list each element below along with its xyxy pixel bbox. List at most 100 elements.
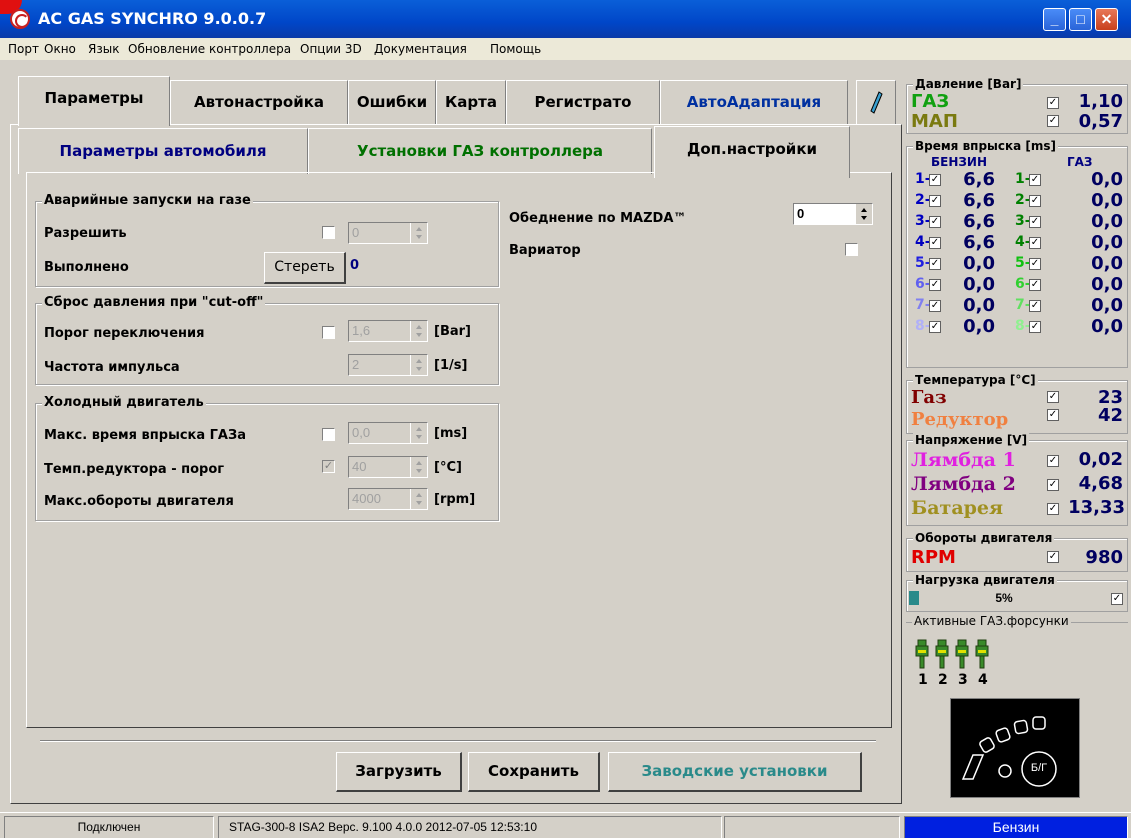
subtab-vehicle[interactable]: Параметры автомобиля [18, 128, 308, 174]
petrol-header: БЕНЗИН [931, 155, 987, 169]
load-bar: 5% [909, 591, 1099, 605]
gas-cyl-checkbox[interactable]: ✓ [1029, 195, 1041, 207]
rpm-group: Обороты двигателя RPM ✓ 980 [906, 531, 1128, 572]
cutoff-group: Сброс давления при "cut-off" Порог перек… [35, 295, 499, 385]
done-label: Выполнено [44, 260, 129, 275]
maxinj-label: Макс. время впрыска ГАЗа [44, 428, 247, 443]
maximize-button[interactable]: □ [1069, 8, 1092, 31]
subtab-gas-controller[interactable]: Установки ГАЗ контроллера [308, 128, 652, 174]
factory-settings-button[interactable]: Заводские установки [608, 752, 862, 792]
emergency-group: Аварийные запуски на газе Разрешить 0 Вы… [35, 193, 499, 287]
maxrpm-spinner[interactable]: 4000 [348, 488, 428, 510]
menu-bar: Порт Окно Язык Обновление контроллера Оп… [0, 38, 1131, 60]
gas-pressure-checkbox[interactable]: ✓ [1047, 97, 1059, 109]
gas-cyl-checkbox[interactable]: ✓ [1029, 321, 1041, 333]
fuel-switch[interactable]: Б/Г [950, 698, 1080, 798]
rpm-checkbox[interactable]: ✓ [1047, 551, 1059, 563]
redtemp-checkbox[interactable]: ✓ [322, 460, 335, 473]
gas-cyl-checkbox[interactable]: ✓ [1029, 174, 1041, 186]
reducer-temp-label: Редуктор [911, 409, 1009, 430]
freq-label: Частота импульса [44, 360, 180, 375]
menu-docs[interactable]: Документация [374, 42, 467, 56]
tab-autotune[interactable]: Автонастройка [170, 80, 348, 124]
maxinj-checkbox[interactable] [322, 428, 335, 441]
gas-cyl-checkbox[interactable]: ✓ [1029, 300, 1041, 312]
gas-header: ГАЗ [1067, 155, 1093, 169]
petrol-inj-value: 6,6 [963, 169, 995, 190]
tab-parameters[interactable]: Параметры [18, 76, 170, 126]
pressure-title: Давление [Bar] [913, 77, 1024, 91]
gas-temp-checkbox[interactable]: ✓ [1047, 391, 1059, 403]
petrol-cyl-checkbox[interactable]: ✓ [929, 321, 941, 333]
minimize-button[interactable]: _ [1043, 8, 1066, 31]
maxinj-spinner[interactable]: 0,0 [348, 422, 428, 444]
menu-help[interactable]: Помощь [490, 42, 541, 56]
petrol-inj-value: 6,6 [963, 232, 995, 253]
window-title: AC GAS SYNCHRO 9.0.0.7 [38, 9, 267, 28]
petrol-cyl-checkbox[interactable]: ✓ [929, 279, 941, 291]
load-value: 5% [995, 591, 1013, 605]
additional-settings-panel: Аварийные запуски на газе Разрешить 0 Вы… [26, 172, 892, 728]
petrol-cyl-checkbox[interactable]: ✓ [929, 195, 941, 207]
tab-errors[interactable]: Ошибки [348, 80, 436, 124]
load-checkbox[interactable]: ✓ [1111, 593, 1123, 605]
maxrpm-label: Макс.обороты двигателя [44, 494, 234, 509]
tab-logger[interactable]: Регистрато [506, 80, 660, 124]
lambda1-checkbox[interactable]: ✓ [1047, 455, 1059, 467]
subtab-additional[interactable]: Доп.настройки [654, 126, 850, 178]
load-title: Нагрузка двигателя [913, 573, 1057, 587]
menu-3d[interactable]: Опции 3D [300, 42, 362, 56]
petrol-cyl-checkbox[interactable]: ✓ [929, 300, 941, 312]
petrol-cyl-checkbox[interactable]: ✓ [929, 216, 941, 228]
lambda2-checkbox[interactable]: ✓ [1047, 479, 1059, 491]
petrol-cyl-checkbox[interactable]: ✓ [929, 237, 941, 249]
rpm-title: Обороты двигателя [913, 531, 1055, 545]
gas-cyl-checkbox[interactable]: ✓ [1029, 237, 1041, 249]
gas-cyl-checkbox[interactable]: ✓ [1029, 279, 1041, 291]
menu-language[interactable]: Язык [88, 42, 119, 56]
tab-autoadapt[interactable]: АвтоАдаптация [660, 80, 848, 124]
mazda-label: Обеднение по MAZDA™ [509, 211, 687, 226]
close-button[interactable]: ✕ [1095, 8, 1118, 31]
redtemp-spinner[interactable]: 40 [348, 456, 428, 478]
allow-checkbox[interactable] [322, 226, 335, 239]
variator-label: Вариатор [509, 243, 581, 258]
injector-number: 1 [918, 672, 928, 688]
allow-spinner[interactable]: 0 [348, 222, 428, 244]
menu-port[interactable]: Порт [8, 42, 39, 56]
freq-spinner[interactable]: 2 [348, 354, 428, 376]
gas-temp-label: Газ [911, 387, 947, 408]
tab-extra[interactable] [856, 80, 896, 124]
threshold-spinner[interactable]: 1,6 [348, 320, 428, 342]
active-injectors-group: Активные ГАЗ.форсунки 1 2 3 4 [906, 614, 1128, 694]
erase-button[interactable]: Стереть [264, 252, 346, 284]
battery-checkbox[interactable]: ✓ [1047, 503, 1059, 515]
gas-pressure-label: ГАЗ [911, 91, 950, 112]
injection-group: Время впрыска [ms] БЕНЗИН ГАЗ 1- ✓ 6,6 1- ✓ 0… [906, 139, 1128, 368]
tab-map[interactable]: Карта [436, 80, 506, 124]
reducer-temp-checkbox[interactable]: ✓ [1047, 409, 1059, 421]
threshold-label: Порог переключения [44, 326, 205, 341]
gas-cyl-checkbox[interactable]: ✓ [1029, 258, 1041, 270]
petrol-cyl-checkbox[interactable]: ✓ [929, 174, 941, 186]
gas-inj-value: 0,0 [1091, 274, 1123, 295]
menu-window[interactable]: Окно [44, 42, 76, 56]
load-group: Нагрузка двигателя 5% ✓ [906, 573, 1128, 612]
mazda-spinner[interactable]: 0 [793, 203, 873, 225]
status-bar: Подключен STAG-300-8 ISA2 Верс. 9.100 4.… [0, 812, 1131, 838]
injectors-icon [915, 639, 989, 669]
load-button[interactable]: Загрузить [336, 752, 462, 792]
petrol-cyl-checkbox[interactable]: ✓ [929, 258, 941, 270]
save-button[interactable]: Сохранить [468, 752, 600, 792]
freq-unit: [1/s] [434, 358, 468, 373]
map-checkbox[interactable]: ✓ [1047, 115, 1059, 127]
menu-update[interactable]: Обновление контроллера [128, 42, 291, 56]
variator-checkbox[interactable] [845, 243, 858, 256]
threshold-unit: [Bar] [434, 324, 471, 339]
gas-cyl-checkbox[interactable]: ✓ [1029, 216, 1041, 228]
map-label: МАП [911, 111, 958, 132]
rpm-value: 980 [1085, 547, 1123, 568]
done-value: 0 [350, 258, 360, 273]
threshold-checkbox[interactable] [322, 326, 335, 339]
battery-label: Батарея [911, 497, 1004, 519]
